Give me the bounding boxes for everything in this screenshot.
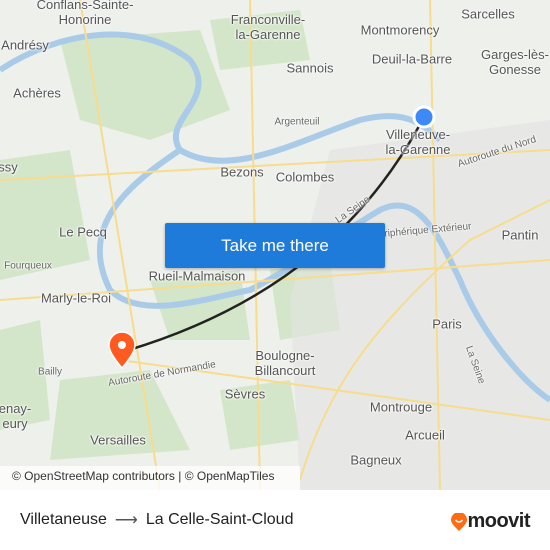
place-label: Arcueil <box>405 427 445 443</box>
place-label: Sannois <box>286 60 334 76</box>
place-label: Bezons <box>220 164 264 180</box>
moovit-pin-icon <box>451 512 468 531</box>
place-label: Bagneux <box>350 452 402 468</box>
origin-name: Villetaneuse <box>20 511 107 528</box>
destination-pin-icon[interactable] <box>108 331 136 370</box>
place-label: Deuil-la-Barre <box>371 51 453 67</box>
place-label: Montrouge <box>369 399 433 415</box>
place-label: Marly-le-Roi <box>40 290 112 306</box>
map[interactable]: Conflans-Sainte- Honorine Andrésy Achères F… <box>0 0 550 490</box>
place-label: Villeneuve- la-Garenne <box>385 127 451 157</box>
destination-name: La Celle-Saint-Cloud <box>145 511 294 528</box>
place-label: enay- eury <box>0 401 32 431</box>
take-me-there-button[interactable]: Take me there <box>165 223 385 268</box>
place-label: Franconville- la-Garenne <box>230 12 306 42</box>
place-label: Fourqueux <box>4 260 52 272</box>
place-label: Andrésy <box>1 37 49 53</box>
place-label: Montmorency <box>360 22 440 38</box>
place-label: Sarcelles <box>461 6 515 22</box>
place-label: Conflans-Sainte- Honorine <box>36 0 134 27</box>
place-label: Sèvres <box>224 386 266 402</box>
route-summary: Villetaneuse ⟶ La Celle-Saint-Cloud <box>20 510 293 530</box>
map-attribution[interactable]: © OpenStreetMap contributors | © OpenMap… <box>0 466 300 490</box>
place-label: Rueil-Malmaison <box>148 268 246 284</box>
place-label: Garges-lès- Gonesse <box>481 47 549 77</box>
place-label: ssy <box>0 159 18 175</box>
place-label: Pantin <box>501 227 539 243</box>
origin-marker[interactable] <box>412 105 436 129</box>
place-label: Achères <box>13 85 61 101</box>
moovit-logo[interactable]: moovit <box>451 510 530 533</box>
place-label: Bailly <box>38 366 62 378</box>
place-label: Paris <box>432 316 462 332</box>
place-label: Boulogne- Billancourt <box>254 348 316 378</box>
place-label: Versailles <box>90 432 146 448</box>
place-label: Argenteuil <box>274 116 320 128</box>
place-label: Colombes <box>275 169 335 185</box>
arrow-right-icon: ⟶ <box>114 512 138 529</box>
place-label: Le Pecq <box>59 224 107 240</box>
